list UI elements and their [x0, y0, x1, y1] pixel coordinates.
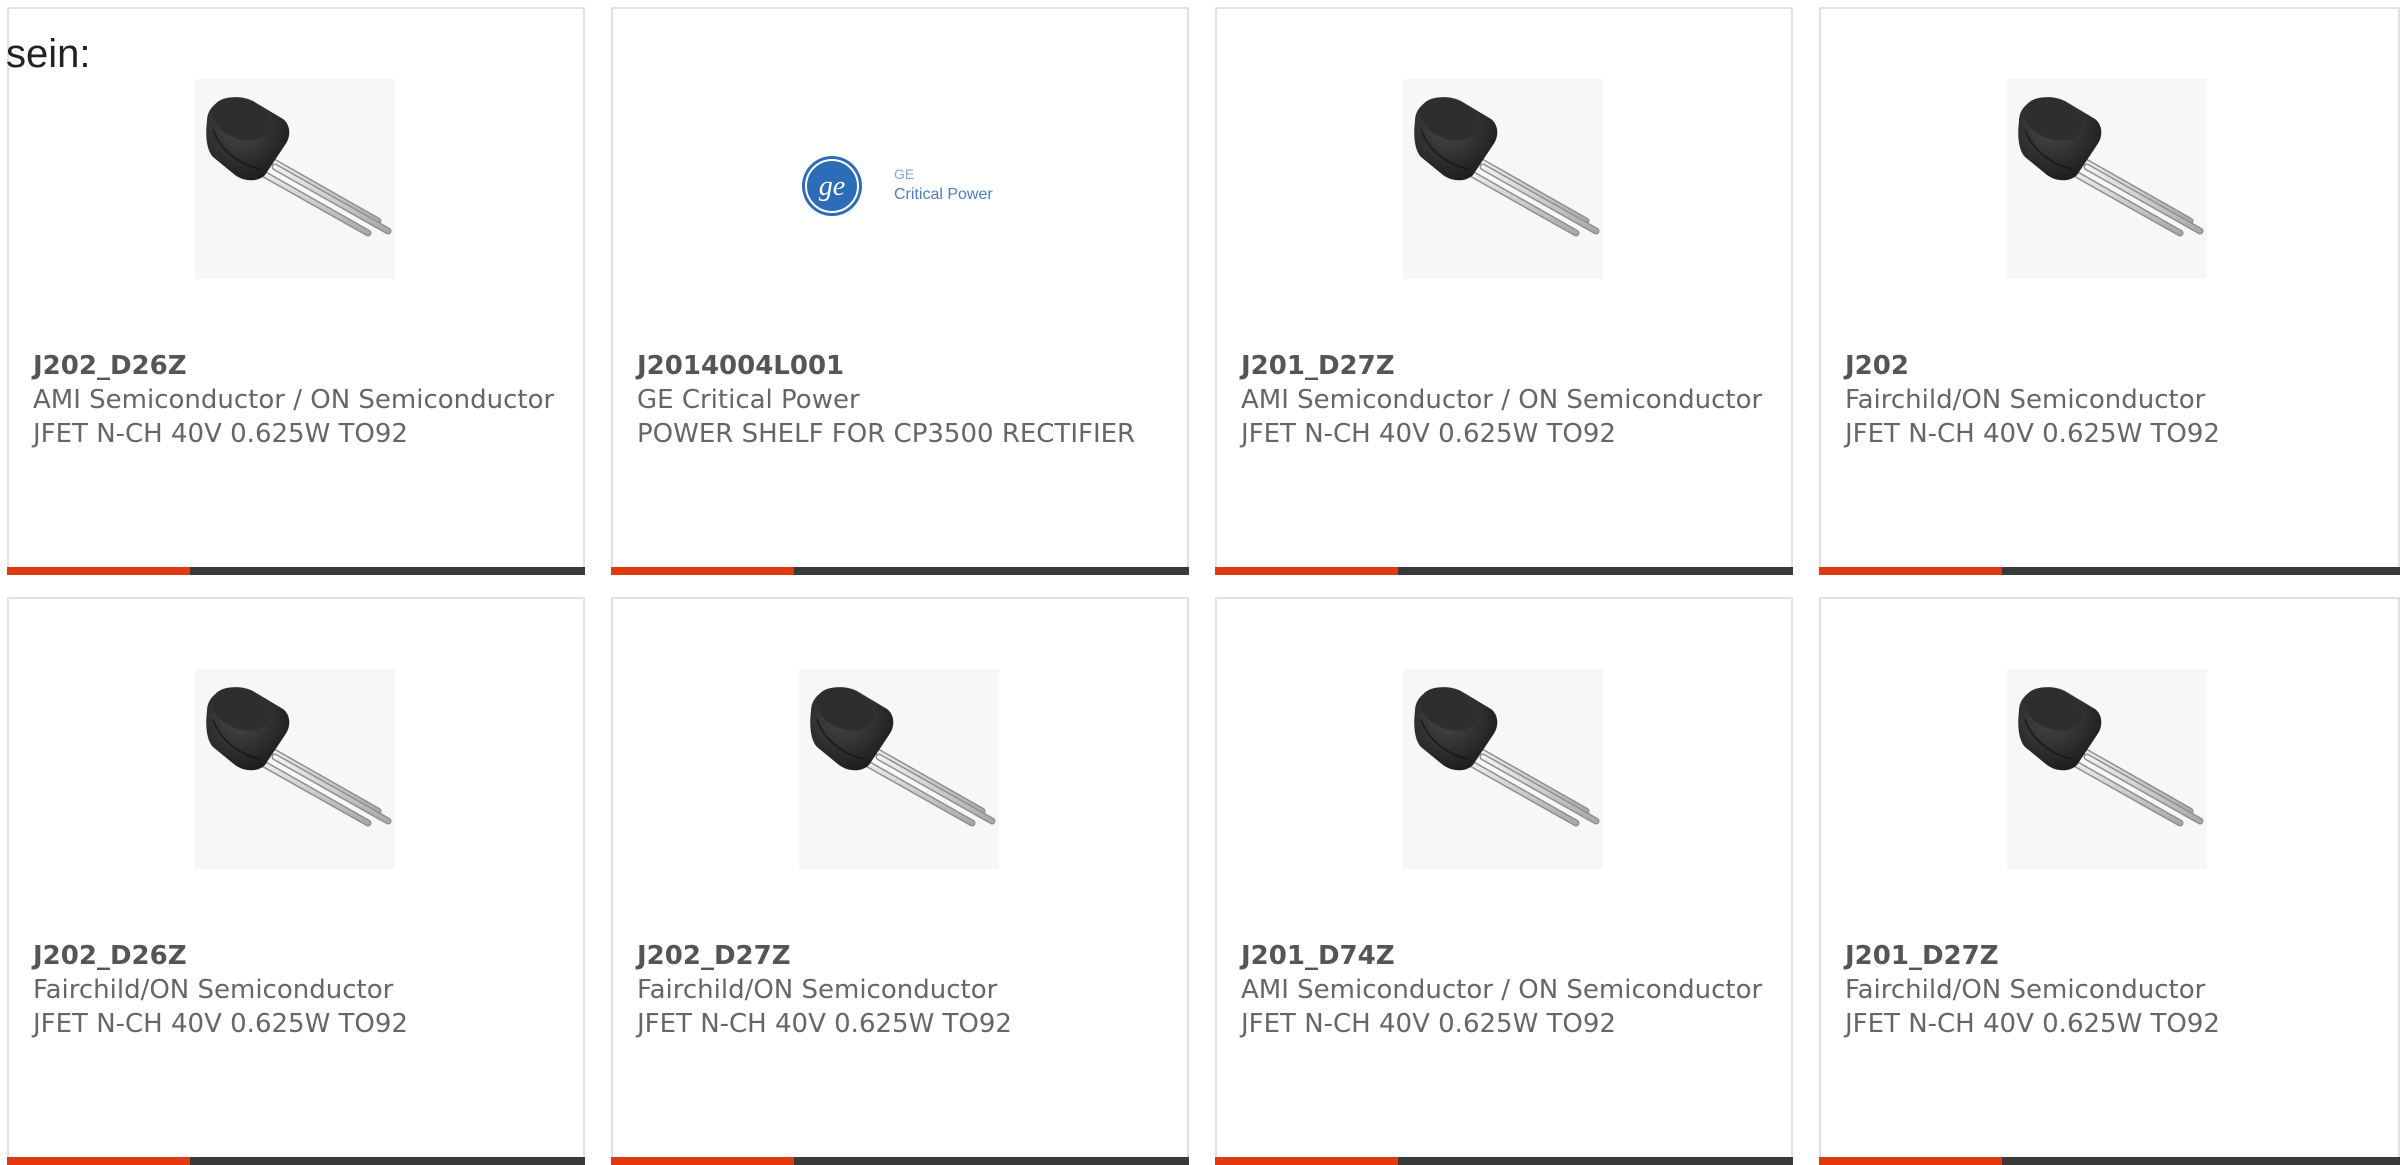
card-footer-bar: [1819, 1157, 2400, 1165]
description: JFET N-CH 40V 0.625W TO92: [33, 1009, 408, 1039]
manufacturer: AMI Semiconductor / ON Semiconductor: [33, 385, 555, 415]
product-card[interactable]: J202_D26Z AMI Semiconductor / ON Semicon…: [7, 7, 585, 575]
product-card[interactable]: J202_D26Z Fairchild/ON Semiconductor JFE…: [7, 597, 585, 1165]
description: POWER SHELF FOR CP3500 RECTIFIER: [637, 419, 1136, 449]
card-footer-bar: [611, 567, 1189, 575]
manufacturer: GE Critical Power: [637, 385, 860, 415]
product-info: J201_D27Z AMI Semiconductor / ON Semicon…: [1241, 349, 1771, 451]
card-footer-bar: [1819, 567, 2400, 575]
card-accent: [611, 1157, 794, 1165]
intro-text: sein:: [6, 32, 91, 76]
to92-transistor-image[interactable]: [1403, 79, 1603, 279]
manufacturer: Fairchild/ON Semiconductor: [637, 975, 998, 1005]
card-footer-bar: [7, 567, 585, 575]
svg-text:ge: ge: [819, 171, 845, 202]
to92-transistor-image[interactable]: [1403, 669, 1603, 869]
card-footer-bar: [1215, 567, 1793, 575]
logo-line1: GE: [894, 166, 914, 182]
card-accent: [7, 1157, 190, 1165]
part-number[interactable]: J201_D74Z: [1241, 939, 1771, 973]
part-number[interactable]: J2014004L001: [637, 349, 1167, 383]
description: JFET N-CH 40V 0.625W TO92: [1845, 1009, 2220, 1039]
description: JFET N-CH 40V 0.625W TO92: [1845, 419, 2220, 449]
card-accent: [7, 567, 190, 575]
manufacturer: AMI Semiconductor / ON Semiconductor: [1241, 385, 1763, 415]
card-accent: [611, 567, 794, 575]
product-card[interactable]: J201_D27Z Fairchild/ON Semiconductor JFE…: [1819, 597, 2400, 1165]
part-number[interactable]: J202: [1845, 349, 2378, 383]
to92-transistor-image[interactable]: [195, 79, 395, 279]
part-number[interactable]: J201_D27Z: [1241, 349, 1771, 383]
product-info: J202_D26Z AMI Semiconductor / ON Semicon…: [33, 349, 563, 451]
to92-transistor-image[interactable]: [2007, 79, 2207, 279]
to92-transistor-image[interactable]: [799, 669, 999, 869]
product-card[interactable]: J201_D27Z AMI Semiconductor / ON Semicon…: [1215, 7, 1793, 575]
product-info: J201_D27Z Fairchild/ON Semiconductor JFE…: [1845, 939, 2378, 1041]
product-card[interactable]: ge GE Critical Power J2014004L001 GE Cri…: [611, 7, 1189, 575]
card-accent: [1215, 1157, 1398, 1165]
description: JFET N-CH 40V 0.625W TO92: [33, 419, 408, 449]
logo-line2: Critical Power: [894, 186, 993, 203]
card-accent: [1819, 567, 2002, 575]
card-accent: [1819, 1157, 2002, 1165]
product-info: J201_D74Z AMI Semiconductor / ON Semicon…: [1241, 939, 1771, 1041]
card-footer-bar: [1215, 1157, 1793, 1165]
product-card[interactable]: J202_D27Z Fairchild/ON Semiconductor JFE…: [611, 597, 1189, 1165]
product-info: J2014004L001 GE Critical Power POWER SHE…: [637, 349, 1167, 451]
product-info: J202_D26Z Fairchild/ON Semiconductor JFE…: [33, 939, 563, 1041]
part-number[interactable]: J201_D27Z: [1845, 939, 2378, 973]
manufacturer: Fairchild/ON Semiconductor: [1845, 385, 2206, 415]
part-number[interactable]: J202_D26Z: [33, 349, 563, 383]
description: JFET N-CH 40V 0.625W TO92: [1241, 1009, 1616, 1039]
part-number[interactable]: J202_D27Z: [637, 939, 1167, 973]
card-footer-bar: [611, 1157, 1189, 1165]
to92-transistor-image[interactable]: [2007, 669, 2207, 869]
manufacturer: Fairchild/ON Semiconductor: [33, 975, 394, 1005]
product-info: J202_D27Z Fairchild/ON Semiconductor JFE…: [637, 939, 1167, 1041]
manufacturer: AMI Semiconductor / ON Semiconductor: [1241, 975, 1763, 1005]
manufacturer: Fairchild/ON Semiconductor: [1845, 975, 2206, 1005]
product-card[interactable]: J201_D74Z AMI Semiconductor / ON Semicon…: [1215, 597, 1793, 1165]
part-number[interactable]: J202_D26Z: [33, 939, 563, 973]
product-info: J202 Fairchild/ON Semiconductor JFET N-C…: [1845, 349, 2378, 451]
to92-transistor-image[interactable]: [195, 669, 395, 869]
card-footer-bar: [7, 1157, 585, 1165]
description: JFET N-CH 40V 0.625W TO92: [1241, 419, 1616, 449]
product-card[interactable]: J202 Fairchild/ON Semiconductor JFET N-C…: [1819, 7, 2400, 575]
card-accent: [1215, 567, 1398, 575]
ge-critical-power-logo[interactable]: ge GE Critical Power: [799, 79, 999, 279]
description: JFET N-CH 40V 0.625W TO92: [637, 1009, 1012, 1039]
